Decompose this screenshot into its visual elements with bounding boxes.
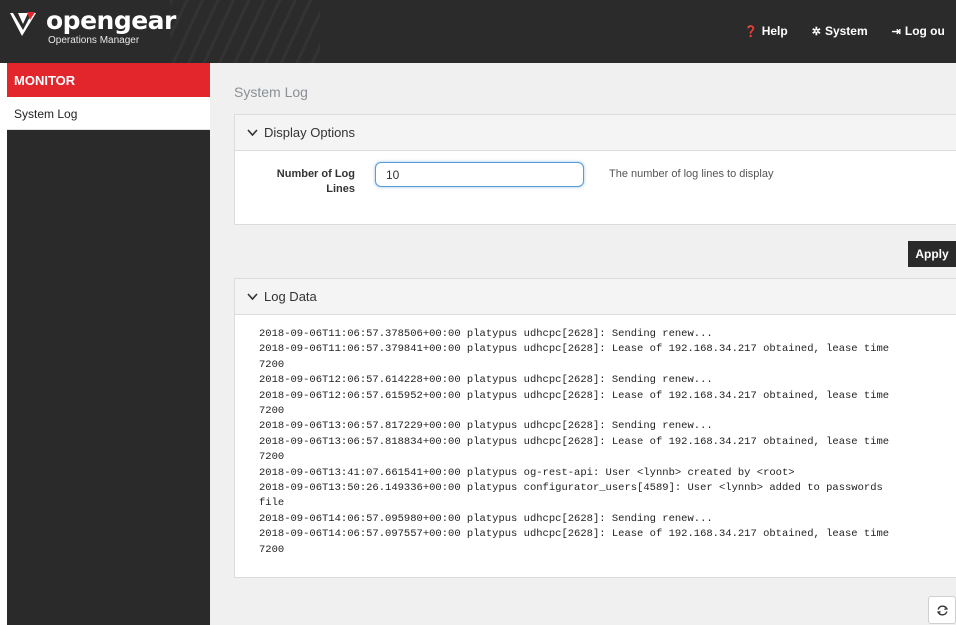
page-title: System Log [234,84,308,100]
logout-icon: ⇥ [891,25,901,38]
brand-name: opengear [46,6,176,35]
log-line: 7200 [259,358,285,371]
log-line: 2018-09-06T13:06:57.818834+00:00 platypu… [259,435,890,448]
system-link[interactable]: ✲ System [812,24,868,38]
display-options-header[interactable]: Display Options [235,115,956,151]
log-data-header[interactable]: Log Data [235,279,956,315]
log-line: 2018-09-06T12:06:57.614228+00:00 platypu… [259,374,713,387]
log-line: 7200 [259,405,285,418]
display-options-title: Display Options [264,125,356,140]
log-lines-input[interactable] [375,162,584,187]
log-output: 2018-09-06T11:06:57.378506+00:00 platypu… [235,315,956,558]
gear-icon: ✲ [811,25,821,38]
log-line: 2018-09-06T11:06:57.378506+00:00 platypu… [259,328,713,340]
logout-label: Log ou [904,24,945,38]
system-label: System [824,24,868,38]
logout-link[interactable]: ⇥ Log ou [892,24,945,38]
log-lines-help: The number of log lines to display [609,168,774,180]
log-line: file [259,497,285,510]
log-line: 2018-09-06T12:06:57.615952+00:00 platypu… [259,389,890,402]
chevron-down-icon [247,129,258,137]
refresh-button[interactable] [928,596,956,624]
log-line: 2018-09-06T11:06:57.379841+00:00 platypu… [259,343,890,356]
header-links: ❓ Help ✲ System ⇥ Log ou [744,24,945,38]
brand-logo[interactable]: opengear Operations Manager [8,8,176,54]
log-lines-label: Number of Log Lines [276,168,355,195]
display-options-panel: Display Options Number of Log Lines The … [234,114,956,225]
log-line: 2018-09-06T13:50:26.149336+00:00 platypu… [259,482,883,495]
chevron-down-icon [247,293,258,301]
main-content: System Log Display Options Number of Log… [210,63,956,625]
help-label: Help [761,24,788,38]
brand-subtitle: Operations Manager [48,35,140,46]
sidebar-item-system-log[interactable]: System Log [7,97,210,130]
apply-button[interactable]: Apply [908,241,956,267]
log-data-title: Log Data [264,289,317,304]
opengear-logo-icon [10,12,36,36]
sidebar-section-monitor[interactable]: MONITOR [7,63,210,97]
log-line: 2018-09-06T14:06:57.097557+00:00 platypu… [259,528,890,541]
top-navbar: opengear Operations Manager ❓ Help ✲ Sys… [0,0,956,63]
log-line: 2018-09-06T13:41:07.661541+00:00 platypu… [259,466,795,479]
log-line: 7200 [259,451,285,464]
help-link[interactable]: ❓ Help [744,24,788,38]
sidebar: MONITOR System Log [7,63,210,625]
log-line: 2018-09-06T14:06:57.095980+00:00 platypu… [259,512,713,525]
refresh-icon [936,604,948,616]
help-icon: ❓ [744,25,758,38]
log-line: 7200 [259,543,285,556]
log-line: 2018-09-06T13:06:57.817229+00:00 platypu… [259,420,713,433]
log-data-panel: Log Data 2018-09-06T11:06:57.378506+00:0… [234,278,956,578]
header-decoration [170,0,320,63]
